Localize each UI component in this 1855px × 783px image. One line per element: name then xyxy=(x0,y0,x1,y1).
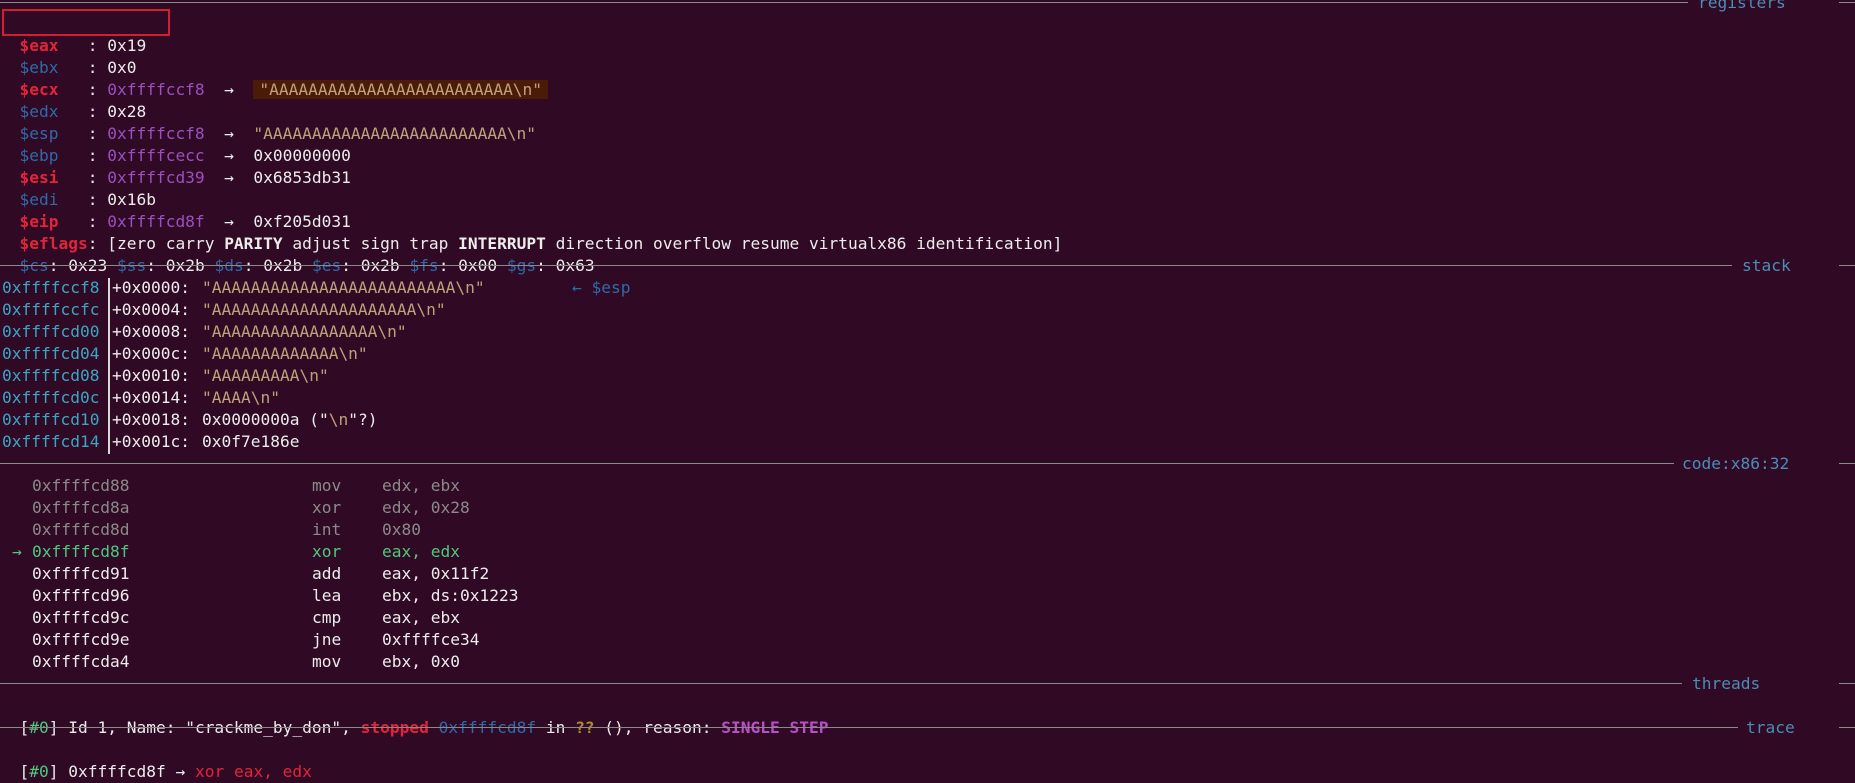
stack-value: "AAAAAAAAA\n" xyxy=(202,366,329,385)
code-address: 0xffffcd9e xyxy=(32,630,130,649)
code-mnemonic: lea xyxy=(312,586,342,605)
stack-row: 0xffffccf8 +0x0000: "AAAAAAAAAAAAAAAAAAA… xyxy=(0,277,630,299)
segment-registers: $cs: 0x23 $ss: 0x2b $ds: 0x2b $es: 0x2b … xyxy=(19,256,595,275)
stack-offset: +0x0000: xyxy=(112,278,200,297)
stack-label: stack xyxy=(1742,256,1791,275)
stack-row: 0xffffcd10 +0x0018: 0x0000000a ("\n"?) xyxy=(0,409,377,431)
register-eax: $eax : 0x19 xyxy=(19,36,147,55)
code-address: 0xffffcd8a xyxy=(32,498,130,517)
code-address: 0xffffcd9c xyxy=(32,608,130,627)
registers-label: registers xyxy=(1698,0,1786,12)
registers-separator: registers xyxy=(0,0,1855,14)
code-line: 0xffffcd9e jne 0xffffce34 xyxy=(0,629,479,651)
register-eip: $eip : 0xffffcd8f → 0xf205d031 xyxy=(19,212,351,231)
code-operands: 0xffffce34 xyxy=(382,630,480,649)
code-line: 0xffffcd9c cmp eax, ebx xyxy=(0,607,460,629)
trace-row[interactable]: [#0] 0xffffcd8f → xor eax, edx xyxy=(0,739,312,781)
code-label: code:x86:32 xyxy=(1682,454,1790,473)
code-mnemonic: cmp xyxy=(312,608,342,627)
stack-value: 0x0000000a ("\n"?) xyxy=(202,410,378,429)
stack-address: 0xffffcd10 xyxy=(2,410,100,429)
stack-value: "AAAAAAAAAAAAAAAAAAAAAAAAA\n" xyxy=(202,278,485,297)
code-mnemonic: mov xyxy=(312,476,342,495)
stack-address: 0xffffcd14 xyxy=(2,432,100,451)
register-esi: $esi : 0xffffcd39 → 0x6853db31 xyxy=(19,168,351,187)
code-separator: code:x86:32 xyxy=(0,453,1855,475)
code-operands: ebx, ds:0x1223 xyxy=(382,586,519,605)
code-line: 0xffffcd91 add eax, 0x11f2 xyxy=(0,563,489,585)
code-line: 0xffffcda4 mov ebx, 0x0 xyxy=(0,651,460,673)
stack-value: "AAAA\n" xyxy=(202,388,280,407)
code-operands: eax, 0x11f2 xyxy=(382,564,490,583)
threads-separator: threads xyxy=(0,673,1855,695)
code-line: 0xffffcd96 lea ebx, ds:0x1223 xyxy=(0,585,518,607)
stack-address: 0xffffcd00 xyxy=(2,322,100,341)
code-mnemonic: jne xyxy=(312,630,342,649)
code-operands: eax, ebx xyxy=(382,608,460,627)
stack-row: 0xffffcd04 +0x000c: "AAAAAAAAAAAAA\n" xyxy=(0,343,368,365)
stack-row: 0xffffcd14 +0x001c: 0x0f7e186e xyxy=(0,431,299,453)
stack-row: 0xffffcd0c +0x0014: "AAAA\n" xyxy=(0,387,280,409)
code-mnemonic: xor xyxy=(312,542,342,561)
stack-address: 0xffffcd08 xyxy=(2,366,100,385)
code-operands: edx, 0x28 xyxy=(382,498,470,517)
stack-value: "AAAAAAAAAAAAAAAAAAAAA\n" xyxy=(202,300,446,319)
register-ebx: $ebx : 0x0 xyxy=(19,58,137,77)
register-ebp: $ebp : 0xffffcecc → 0x00000000 xyxy=(19,146,351,165)
code-mnemonic: add xyxy=(312,564,342,583)
register-ecx: $ecx : 0xffffccf8 → "AAAAAAAAAAAAAAAAAAA… xyxy=(0,57,549,99)
code-mnemonic: int xyxy=(312,520,342,539)
register-edi: $edi : 0x16b xyxy=(19,190,156,209)
stack-offset: +0x0010: xyxy=(112,366,200,385)
code-address: 0xffffcd8f xyxy=(32,542,130,561)
code-operands: edx, ebx xyxy=(382,476,460,495)
register-esp: $esp : 0xffffccf8 → "AAAAAAAAAAAAAAAAAAA… xyxy=(19,124,537,143)
code-line: 0xffffcd8a xor edx, 0x28 xyxy=(0,497,470,519)
stack-value: "AAAAAAAAAAAAAAAAA\n" xyxy=(202,322,407,341)
stack-offset: +0x0018: xyxy=(112,410,200,429)
esp-pointer: ← $esp xyxy=(572,278,631,297)
code-operands: ebx, 0x0 xyxy=(382,652,460,671)
code-line: 0xffffcd88 mov edx, ebx xyxy=(0,475,460,497)
code-mnemonic: xor xyxy=(312,498,342,517)
code-address: 0xffffcd96 xyxy=(32,586,130,605)
stack-offset: +0x001c: xyxy=(112,432,200,451)
current-instruction-arrow-icon: → xyxy=(12,542,22,561)
code-operands: eax, edx xyxy=(382,542,460,561)
code-address: 0xffffcda4 xyxy=(32,652,130,671)
code-address: 0xffffcd91 xyxy=(32,564,130,583)
stack-row: 0xffffcd08 +0x0010: "AAAAAAAAA\n" xyxy=(0,365,329,387)
stack-address: 0xffffccf8 xyxy=(2,278,100,297)
stack-value: "AAAAAAAAAAAAA\n" xyxy=(202,344,368,363)
code-line: 0xffffcd8d int 0x80 xyxy=(0,519,421,541)
stack-address: 0xffffcd04 xyxy=(2,344,100,363)
stack-row: 0xffffcd00 +0x0008: "AAAAAAAAAAAAAAAAA\n… xyxy=(0,321,407,343)
register-deref: "AAAAAAAAAAAAAAAAAAAAAAAAA\n" xyxy=(253,80,549,99)
register-edx: $edx : 0x28 xyxy=(19,102,147,121)
stack-offset: +0x0014: xyxy=(112,388,200,407)
stack-address: 0xffffcd0c xyxy=(2,388,100,407)
code-mnemonic: mov xyxy=(312,652,342,671)
thread-row[interactable]: [#0] Id 1, Name: "crackme_by_don", stopp… xyxy=(0,695,829,737)
register-deref: 0x6853db31 xyxy=(253,168,351,187)
trace-label: trace xyxy=(1746,718,1795,737)
code-address: 0xffffcd88 xyxy=(32,476,130,495)
code-operands: 0x80 xyxy=(382,520,421,539)
stack-value: 0x0f7e186e xyxy=(202,432,300,451)
register-eflags: $eflags: [zero carry PARITY adjust sign … xyxy=(19,234,1063,253)
stack-offset: +0x000c: xyxy=(112,344,200,363)
stack-separator: stack xyxy=(0,255,1855,277)
stack-address: 0xffffccfc xyxy=(2,300,100,319)
stack-offset: +0x0004: xyxy=(112,300,200,319)
stack-row: 0xffffccfc +0x0004: "AAAAAAAAAAAAAAAAAAA… xyxy=(0,299,446,321)
stack-offset: +0x0008: xyxy=(112,322,200,341)
stack-divider xyxy=(108,278,110,454)
trace-separator: trace xyxy=(0,717,1855,739)
code-line-current: → 0xffffcd8f xor eax, edx xyxy=(0,541,460,563)
threads-label: threads xyxy=(1692,674,1761,693)
code-address: 0xffffcd8d xyxy=(32,520,130,539)
